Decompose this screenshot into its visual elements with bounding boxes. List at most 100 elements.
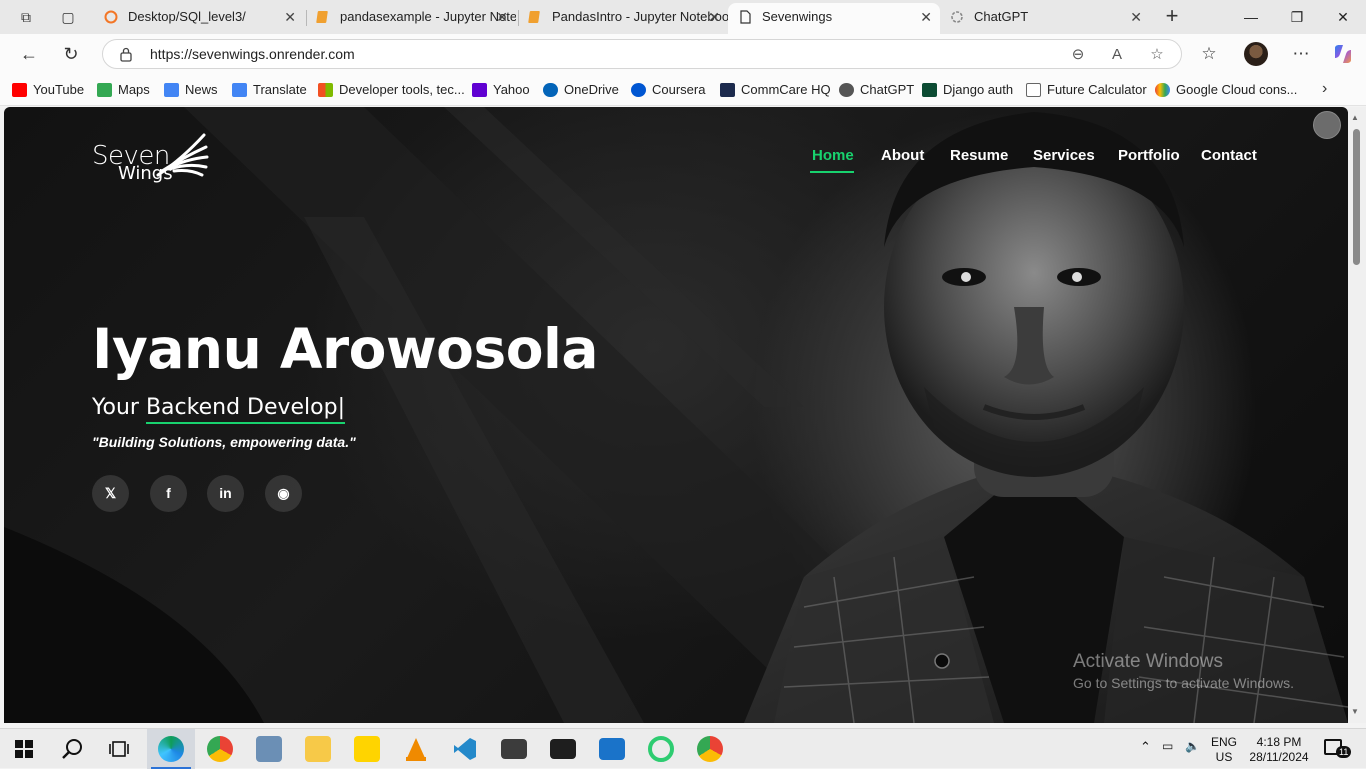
windows-start-icon[interactable]	[15, 740, 33, 758]
tab-title: ChatGPT	[974, 9, 1029, 24]
back-button[interactable]: ←	[16, 42, 42, 68]
tab-title: pandasexample - Jupyter Notebook	[340, 9, 516, 24]
favorite-google-cloud[interactable]: Google Cloud cons...	[1155, 82, 1297, 100]
chatgpt-icon	[951, 11, 963, 23]
minimize-button[interactable]: —	[1228, 0, 1274, 34]
clock[interactable]: 4:18 PM 28/11/2024	[1246, 735, 1312, 765]
github-icon[interactable]: ◉	[265, 475, 302, 512]
favorite-star-icon[interactable]: ☆	[1147, 45, 1167, 65]
maps-icon	[97, 83, 112, 97]
hero-typed-text: Backend Develop|	[145, 395, 346, 424]
restore-button[interactable]: ❐	[1274, 0, 1320, 34]
page-icon	[740, 10, 751, 24]
scrollbar-thumb[interactable]	[1353, 129, 1360, 265]
file-icon	[1026, 83, 1041, 97]
favorite-future-calculator[interactable]: Future Calculator	[1026, 82, 1147, 100]
new-tab-button[interactable]: +	[1160, 5, 1184, 29]
site-logo[interactable]: Seven Wings	[92, 131, 212, 187]
tab-pandasexample[interactable]: pandasexample - Jupyter Notebook ✕	[306, 3, 516, 34]
favorite-developer-tools[interactable]: Developer tools, tec...	[318, 82, 465, 100]
chrome-profile-icon[interactable]	[697, 736, 723, 762]
zoom-icon[interactable]: ⊖	[1068, 45, 1088, 65]
page-viewport: Seven Wings Home About Resume Services P…	[4, 107, 1348, 723]
profile-avatar[interactable]	[1244, 42, 1268, 66]
chrome-icon[interactable]	[207, 736, 233, 762]
favorite-django-auth[interactable]: Django auth	[922, 82, 1013, 100]
translate-icon	[232, 83, 247, 97]
hero-name: Iyanu Arowosola	[92, 317, 598, 381]
favorites-icon[interactable]: ☆	[1196, 42, 1222, 66]
media-player-icon[interactable]	[256, 736, 282, 762]
microsoft-icon	[318, 83, 333, 97]
edge-icon[interactable]	[158, 736, 184, 762]
nav-portfolio[interactable]: Portfolio	[1118, 147, 1180, 164]
notification-count: 11	[1336, 746, 1352, 758]
close-icon[interactable]: ✕	[284, 3, 296, 31]
battery-icon[interactable]: ▭	[1162, 739, 1173, 754]
youtube-icon	[12, 83, 27, 97]
close-icon[interactable]: ✕	[1130, 3, 1142, 31]
visual-search-icon[interactable]	[1313, 111, 1341, 139]
terminal-icon[interactable]	[501, 739, 527, 759]
activate-windows-watermark: Activate Windows Go to Settings to activ…	[1073, 651, 1294, 691]
vlc-icon[interactable]	[403, 736, 429, 762]
task-view-icon[interactable]	[109, 739, 129, 759]
vscode-icon[interactable]	[452, 736, 478, 762]
favorites-bar: YouTube Maps News Translate Developer to…	[0, 74, 1366, 106]
facebook-icon[interactable]: f	[150, 475, 187, 512]
jupyter-icon	[104, 10, 118, 24]
x-icon[interactable]: 𝕏	[92, 475, 129, 512]
django-icon	[922, 83, 937, 97]
word-app-icon[interactable]	[599, 738, 625, 760]
nav-services[interactable]: Services	[1033, 147, 1095, 164]
favorite-maps[interactable]: Maps	[97, 82, 150, 100]
tab-pandasintro[interactable]: PandasIntro - Jupyter Notebook ✕	[518, 3, 728, 34]
notebook-icon	[316, 11, 328, 23]
loading-app-icon[interactable]	[648, 736, 674, 762]
favorite-yahoo[interactable]: Yahoo	[472, 82, 530, 100]
close-icon[interactable]: ✕	[920, 3, 932, 31]
search-icon[interactable]	[61, 738, 83, 760]
wing-icon	[156, 133, 209, 177]
tab-chatgpt[interactable]: ChatGPT ✕	[940, 3, 1150, 34]
favorite-commcare[interactable]: CommCare HQ	[720, 82, 831, 100]
nav-home[interactable]: Home	[810, 147, 854, 173]
copilot-icon[interactable]	[1331, 42, 1355, 66]
favorite-coursera[interactable]: Coursera	[631, 82, 705, 100]
favorite-translate[interactable]: Translate	[232, 82, 307, 100]
url-text[interactable]: https://sevenwings.onrender.com	[150, 46, 355, 62]
read-aloud-icon[interactable]: A	[1107, 45, 1127, 65]
tab-desktop-sql[interactable]: Desktop/SQl_level3/ ✕	[94, 3, 304, 34]
close-icon[interactable]: ✕	[708, 3, 720, 31]
more-menu-icon[interactable]: ⋯	[1288, 42, 1314, 66]
scroll-down-icon[interactable]: ▼	[1351, 707, 1359, 716]
nav-about[interactable]: About	[881, 147, 924, 164]
close-icon[interactable]: ✕	[496, 3, 508, 31]
workspaces-icon[interactable]: ⧉	[14, 6, 38, 28]
page-scrollbar[interactable]: ▲ ▼	[1348, 107, 1366, 723]
address-bar[interactable]: https://sevenwings.onrender.com ⊖ A ☆	[102, 39, 1182, 69]
tab-strip: ⧉ ▢ Desktop/SQl_level3/ ✕ pandasexample …	[0, 0, 1366, 34]
nav-contact[interactable]: Contact	[1201, 147, 1257, 164]
tab-sevenwings[interactable]: Sevenwings ✕	[728, 3, 940, 34]
favorite-youtube[interactable]: YouTube	[12, 82, 84, 100]
file-explorer-icon[interactable]	[305, 736, 331, 762]
favorite-chatgpt[interactable]: ChatGPT	[839, 82, 914, 100]
scroll-up-icon[interactable]: ▲	[1351, 113, 1359, 122]
language-indicator[interactable]: ENG US	[1208, 735, 1240, 765]
command-prompt-icon[interactable]	[550, 739, 576, 759]
nav-resume[interactable]: Resume	[950, 147, 1008, 164]
linkedin-icon[interactable]: in	[207, 475, 244, 512]
tab-title: Sevenwings	[762, 9, 833, 24]
browser-toolbar: ← ↻ https://sevenwings.onrender.com ⊖ A …	[0, 34, 1366, 74]
sticky-notes-icon[interactable]	[354, 736, 380, 762]
favorite-onedrive[interactable]: OneDrive	[543, 82, 619, 100]
lock-icon[interactable]	[119, 46, 133, 62]
chevron-right-icon[interactable]: ›	[1322, 80, 1327, 98]
close-window-button[interactable]: ✕	[1320, 0, 1366, 34]
volume-icon[interactable]: 🔈	[1185, 739, 1200, 754]
vertical-tabs-icon[interactable]: ▢	[56, 6, 80, 28]
refresh-button[interactable]: ↻	[58, 42, 84, 68]
chevron-up-icon[interactable]: ⌃	[1140, 739, 1151, 754]
favorite-news[interactable]: News	[164, 82, 218, 100]
